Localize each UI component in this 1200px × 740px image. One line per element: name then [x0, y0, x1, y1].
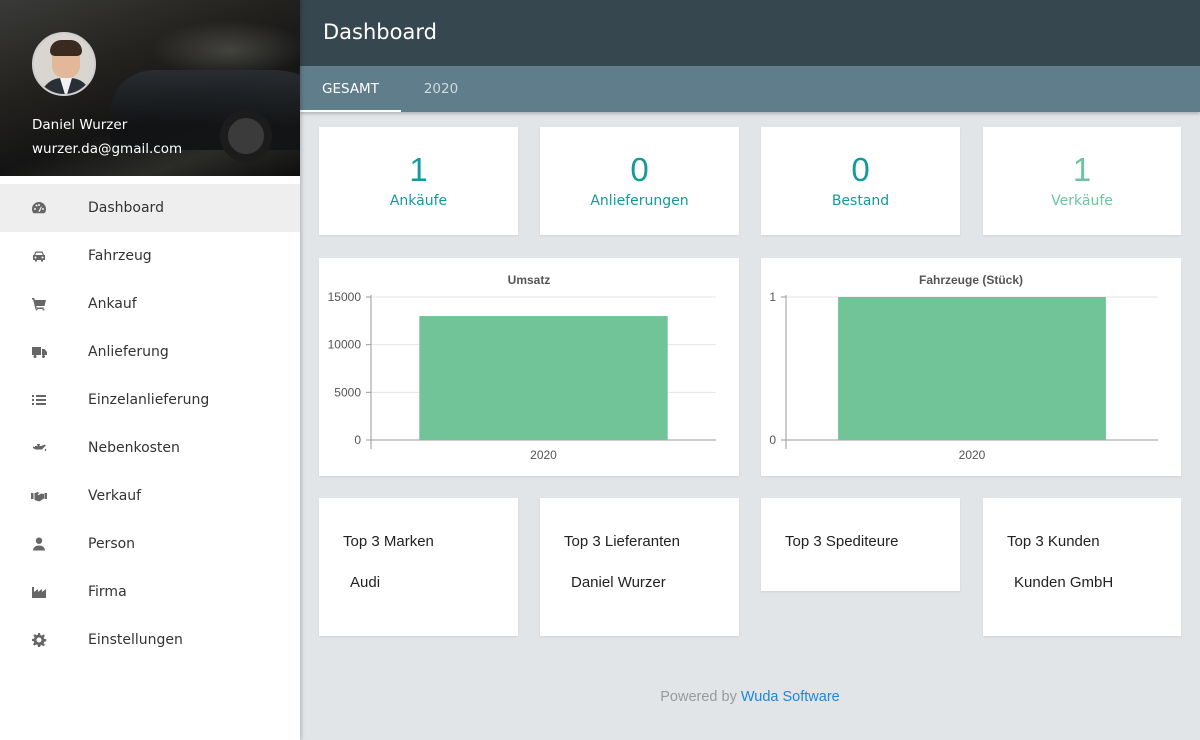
avatar[interactable] [32, 32, 96, 96]
x-tick-label: 2020 [530, 448, 557, 462]
sidebar: Daniel Wurzer wurzer.da@gmail.com Dashbo… [0, 0, 300, 740]
cart-icon [0, 296, 88, 312]
sidebar-item-label: Firma [88, 584, 127, 600]
stat-value: 1 [1072, 151, 1092, 188]
sidebar-item-einzelanlieferung[interactable]: Einzelanlieferung [0, 376, 300, 424]
y-tick-label: 10000 [328, 338, 362, 352]
x-tick-label: 2020 [959, 448, 986, 462]
tab-2020[interactable]: 2020 [401, 66, 481, 112]
stat-label: Verkäufe [1051, 193, 1113, 209]
tab-bar: GESAMT 2020 [300, 66, 1200, 112]
chart-fahrzeuge: Fahrzeuge (Stück) 0 1 2020 [761, 258, 1181, 476]
active-tab-indicator [300, 110, 401, 112]
handshake-icon [0, 488, 88, 504]
sidebar-item-fahrzeug[interactable]: Fahrzeug [0, 232, 300, 280]
car-icon [0, 248, 88, 264]
sidebar-item-verkauf[interactable]: Verkauf [0, 472, 300, 520]
sidebar-item-label: Dashboard [88, 200, 164, 216]
profile-header: Daniel Wurzer wurzer.da@gmail.com [0, 0, 300, 176]
sidebar-item-label: Einstellungen [88, 632, 183, 648]
person-icon [0, 536, 88, 552]
tab-gesamt[interactable]: GESAMT [300, 66, 401, 112]
stat-card-bestand: 0 Bestand [761, 127, 960, 235]
sidebar-item-firma[interactable]: Firma [0, 568, 300, 616]
top3-lieferanten-card: Top 3 Lieferanten Daniel Wurzer [540, 498, 739, 636]
list-item: Kunden GmbH [1014, 574, 1114, 591]
stat-value: 0 [630, 151, 649, 188]
profile-name: Daniel Wurzer [32, 117, 128, 133]
stat-value: 1 [409, 151, 428, 188]
sidebar-item-label: Ankauf [88, 296, 137, 312]
stat-value: 0 [851, 151, 870, 188]
card-title: Top 3 Spediteure [785, 533, 899, 550]
chart-canvas: 0 1 2020 [769, 290, 1158, 462]
footer-link[interactable]: Wuda Software [741, 689, 840, 705]
card-title: Top 3 Marken [343, 533, 434, 550]
stat-label: Ankäufe [389, 193, 448, 209]
dashboard-icon [0, 200, 88, 216]
bar [419, 316, 668, 440]
sidebar-item-anlieferung[interactable]: Anlieferung [0, 328, 300, 376]
oil-can-icon [0, 440, 88, 456]
sidebar-item-label: Person [88, 536, 136, 552]
stat-card-verkaeufe: 1 Verkäufe [983, 127, 1181, 235]
sidebar-item-ankauf[interactable]: Ankauf [0, 280, 300, 328]
stat-label: Bestand [831, 193, 890, 209]
top3-spediteure-card: Top 3 Spediteure [761, 498, 960, 591]
chart-canvas: 0 5000 10000 15000 2020 [328, 290, 716, 462]
stat-label: Anlieferungen [590, 193, 689, 209]
sidebar-item-label: Fahrzeug [88, 248, 152, 264]
page-title: Dashboard [323, 20, 437, 44]
y-tick-label: 1 [769, 290, 776, 304]
sidebar-item-label: Nebenkosten [88, 440, 180, 456]
truck-icon [0, 344, 88, 360]
footer-text: Powered by [660, 689, 737, 705]
sidebar-item-label: Anlieferung [88, 344, 169, 360]
y-tick-label: 5000 [334, 385, 361, 399]
stat-card-ankaeufe: 1 Ankäufe [319, 127, 518, 235]
sidebar-item-person[interactable]: Person [0, 520, 300, 568]
factory-icon [0, 584, 88, 600]
app-header: Dashboard [300, 0, 1200, 66]
top3-marken-card: Top 3 Marken Audi [319, 498, 518, 636]
stat-card-anlieferungen: 0 Anlieferungen [540, 127, 739, 235]
footer: Powered by Wuda Software [300, 689, 1200, 705]
sidebar-nav: Dashboard Fahrzeug Ankauf Anlieferung Ei… [0, 184, 300, 664]
list-item: Audi [350, 574, 381, 591]
top3-kunden-card: Top 3 Kunden Kunden GmbH [983, 498, 1181, 636]
sidebar-item-label: Verkauf [88, 488, 142, 504]
gear-icon [0, 632, 88, 648]
y-tick-label: 15000 [328, 290, 362, 304]
list-icon [0, 392, 88, 408]
chart-umsatz: Umsatz 0 5000 10000 15000 2020 [319, 258, 739, 476]
bar [838, 297, 1106, 440]
sidebar-item-nebenkosten[interactable]: Nebenkosten [0, 424, 300, 472]
sidebar-item-dashboard[interactable]: Dashboard [0, 184, 300, 232]
y-tick-label: 0 [769, 433, 776, 447]
card-title: Top 3 Lieferanten [564, 533, 680, 550]
card-title: Top 3 Kunden [1007, 533, 1100, 550]
sidebar-item-label: Einzelanlieferung [88, 392, 210, 408]
sidebar-item-einstellungen[interactable]: Einstellungen [0, 616, 300, 664]
profile-email: wurzer.da@gmail.com [32, 141, 183, 157]
list-item: Daniel Wurzer [571, 574, 666, 591]
y-tick-label: 0 [354, 433, 361, 447]
